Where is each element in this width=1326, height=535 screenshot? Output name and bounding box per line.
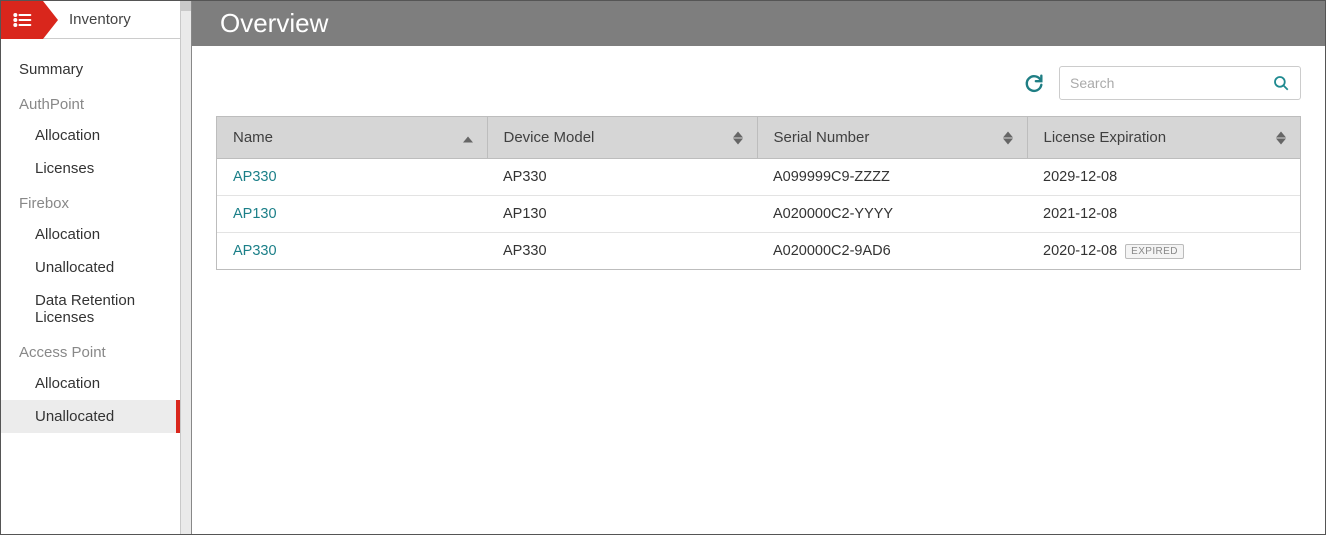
table-row: AP330AP330A020000C2-9AD62020-12-08EXPIRE… [217,233,1300,270]
breadcrumb: Inventory [1,1,180,39]
toolbar [192,46,1325,110]
sidebar-group-label: AuthPoint [1,86,180,119]
expired-badge: EXPIRED [1125,244,1184,259]
column-header-serial-number[interactable]: Serial Number [757,117,1027,159]
refresh-button[interactable] [1023,72,1045,94]
sidebar-item-summary[interactable]: Summary [1,53,180,86]
sidebar-group-label: Access Point [1,334,180,367]
device-name-link[interactable]: AP330 [233,169,277,185]
cell-license-expiration: 2029-12-08 [1027,159,1300,196]
data-table: Name Device Model Serial Number License Exp… [216,116,1301,270]
sort-both-icon[interactable] [1276,131,1286,144]
column-header-label: Serial Number [774,129,870,146]
device-name-link[interactable]: AP130 [233,206,277,222]
sidebar-item-unallocated[interactable]: Unallocated [1,400,180,433]
sort-asc-icon[interactable] [463,129,473,146]
cell-device-model: AP330 [487,233,757,270]
sidebar-scrollbar[interactable] [180,1,191,534]
sort-both-icon[interactable] [1003,131,1013,144]
cell-license-expiration: 2020-12-08EXPIRED [1027,233,1300,270]
sidebar-item-unallocated[interactable]: Unallocated [1,251,180,284]
scrollbar-arrow-up-icon[interactable] [181,1,191,11]
column-header-device-model[interactable]: Device Model [487,117,757,159]
sort-both-icon[interactable] [733,131,743,144]
table-row: AP130AP130A020000C2-YYYY2021-12-08 [217,196,1300,233]
sidebar-item-data-retention-licenses[interactable]: Data Retention Licenses [1,284,180,334]
cell-license-expiration: 2021-12-08 [1027,196,1300,233]
search-input[interactable] [1070,75,1272,91]
table-row: AP330AP330A099999C9-ZZZZ2029-12-08 [217,159,1300,196]
column-header-label: License Expiration [1044,129,1167,146]
column-header-label: Name [233,129,273,146]
cell-serial-number: A099999C9-ZZZZ [757,159,1027,196]
cell-serial-number: A020000C2-9AD6 [757,233,1027,270]
cell-device-model: AP330 [487,159,757,196]
sidebar: Inventory Summary AuthPointAllocationLic… [1,1,192,534]
column-header-label: Device Model [504,129,595,146]
menu-list-icon[interactable] [1,1,43,39]
sidebar-item-licenses[interactable]: Licenses [1,152,180,185]
device-name-link[interactable]: AP330 [233,243,277,259]
search-box[interactable] [1059,66,1301,100]
sidebar-item-allocation[interactable]: Allocation [1,119,180,152]
column-header-name[interactable]: Name [217,117,487,159]
page-title: Overview [220,8,328,39]
cell-serial-number: A020000C2-YYYY [757,196,1027,233]
sidebar-item-allocation[interactable]: Allocation [1,367,180,400]
sidebar-group-label: Firebox [1,185,180,218]
cell-device-model: AP130 [487,196,757,233]
sidebar-item-allocation[interactable]: Allocation [1,218,180,251]
search-icon[interactable] [1272,74,1290,92]
column-header-license-expiration[interactable]: License Expiration [1027,117,1300,159]
title-bar: Overview [192,1,1325,46]
main-content: Overview Name Device Model Serial Number Li… [192,1,1325,534]
